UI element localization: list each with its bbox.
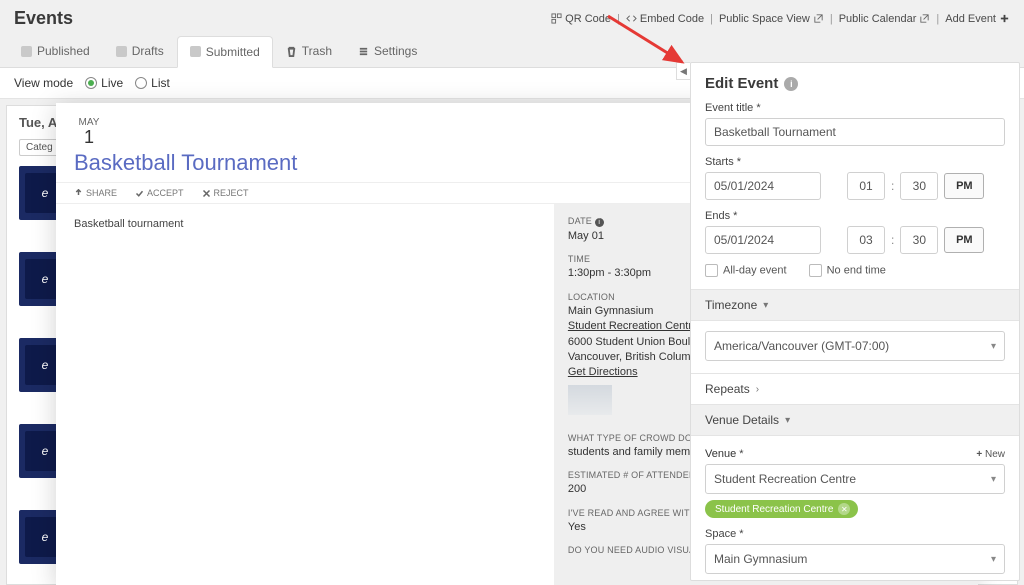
timezone-select[interactable]: America/Vancouver (GMT-07:00)▾	[705, 331, 1005, 361]
qr-icon	[551, 13, 562, 24]
sliders-icon	[358, 46, 369, 57]
reject-button[interactable]: REJECT	[202, 188, 249, 198]
tab-published-label: Published	[37, 44, 90, 58]
remove-tag-button[interactable]: ✕	[838, 503, 850, 515]
space-select[interactable]: Main Gymnasium▾	[705, 544, 1005, 574]
checkbox-icon	[809, 264, 822, 277]
viewmode-live-label: Live	[101, 76, 123, 90]
start-date-input[interactable]	[705, 172, 821, 200]
plus-icon	[999, 13, 1010, 24]
check-icon	[21, 46, 32, 57]
chevron-down-icon: ▾	[785, 415, 790, 426]
x-icon	[202, 189, 211, 198]
timezone-section[interactable]: Timezone▾	[691, 289, 1019, 321]
tab-trash-label: Trash	[302, 44, 332, 58]
repeats-section[interactable]: Repeats›	[691, 373, 1019, 404]
venue-tag: Student Recreation Centre✕	[705, 500, 858, 518]
tab-submitted-label: Submitted	[206, 45, 260, 59]
venue-details-section[interactable]: Venue Details▾	[691, 404, 1019, 436]
tab-settings-label: Settings	[374, 44, 417, 58]
chevron-right-icon: ›	[756, 384, 759, 395]
qr-code-label: QR Code	[565, 13, 611, 25]
qr-code-link[interactable]: QR Code	[551, 13, 611, 25]
public-calendar-label: Public Calendar	[839, 13, 917, 25]
viewmode-live[interactable]: Live	[85, 76, 123, 90]
tab-trash[interactable]: Trash	[273, 35, 345, 67]
category-button[interactable]: Categ	[19, 139, 60, 156]
new-venue-button[interactable]: + New	[976, 449, 1005, 460]
space-label: Space	[705, 528, 1005, 540]
checkbox-icon	[705, 264, 718, 277]
allday-checkbox[interactable]: All-day event	[705, 264, 787, 277]
embed-code-label: Embed Code	[640, 13, 704, 25]
tab-published[interactable]: Published	[8, 35, 103, 67]
chevron-down-icon: ▾	[991, 474, 996, 485]
venue-thumbnail	[568, 385, 612, 415]
public-calendar-link[interactable]: Public Calendar	[839, 13, 931, 25]
add-event-link[interactable]: Add Event	[945, 13, 1010, 25]
panel-title: Edit Eventi	[705, 75, 1005, 92]
info-icon[interactable]: i	[784, 77, 798, 91]
start-hour-input[interactable]	[847, 172, 885, 200]
public-space-label: Public Space View	[719, 13, 810, 25]
end-ampm-toggle[interactable]: PM	[944, 227, 984, 253]
check-icon	[135, 189, 144, 198]
public-space-link[interactable]: Public Space View	[719, 13, 824, 25]
accept-button[interactable]: ACCEPT	[135, 188, 184, 198]
chevron-down-icon: ▾	[991, 554, 996, 565]
draft-icon	[116, 46, 127, 57]
page-title: Events	[14, 8, 73, 29]
starts-label: Starts	[705, 156, 1005, 168]
info-icon: i	[595, 218, 604, 227]
panel-collapse-button[interactable]: ◀	[676, 62, 690, 80]
inbox-icon	[190, 46, 201, 57]
event-title-label: Event title	[705, 102, 1005, 114]
modal-date-block: MAY 1	[74, 117, 104, 146]
venue-label: Venue	[705, 448, 744, 460]
tab-submitted[interactable]: Submitted	[177, 36, 273, 68]
noend-checkbox[interactable]: No end time	[809, 264, 886, 277]
viewmode-list-label: List	[151, 76, 170, 90]
venue-link[interactable]: Student Recreation Centre	[568, 320, 698, 332]
end-minute-input[interactable]	[900, 226, 938, 254]
tab-drafts-label: Drafts	[132, 44, 164, 58]
radio-off-icon	[135, 77, 147, 89]
external-icon	[813, 13, 824, 24]
chevron-down-icon: ▾	[763, 300, 768, 311]
trash-icon	[286, 46, 297, 57]
event-description: Basketball tournament	[74, 218, 536, 230]
ends-label: Ends	[705, 210, 1005, 222]
share-icon	[74, 189, 83, 198]
venue-select[interactable]: Student Recreation Centre▾	[705, 464, 1005, 494]
external-icon	[919, 13, 930, 24]
event-title-input[interactable]	[705, 118, 1005, 146]
viewmode-label: View mode	[14, 76, 73, 90]
viewmode-list[interactable]: List	[135, 76, 170, 90]
tab-settings[interactable]: Settings	[345, 35, 430, 67]
embed-code-link[interactable]: Embed Code	[626, 13, 704, 25]
end-hour-input[interactable]	[847, 226, 885, 254]
share-button[interactable]: SHARE	[74, 188, 117, 198]
chevron-down-icon: ▾	[991, 341, 996, 352]
tab-drafts[interactable]: Drafts	[103, 35, 177, 67]
edit-event-panel: Edit Eventi Event title Starts : PM Ends…	[690, 62, 1020, 581]
modal-day: 1	[74, 128, 104, 146]
add-event-label: Add Event	[945, 13, 996, 25]
code-icon	[626, 13, 637, 24]
header-links: QR Code | Embed Code | Public Space View…	[551, 13, 1010, 25]
directions-link[interactable]: Get Directions	[568, 366, 638, 378]
radio-on-icon	[85, 77, 97, 89]
end-date-input[interactable]	[705, 226, 821, 254]
start-minute-input[interactable]	[900, 172, 938, 200]
start-ampm-toggle[interactable]: PM	[944, 173, 984, 199]
